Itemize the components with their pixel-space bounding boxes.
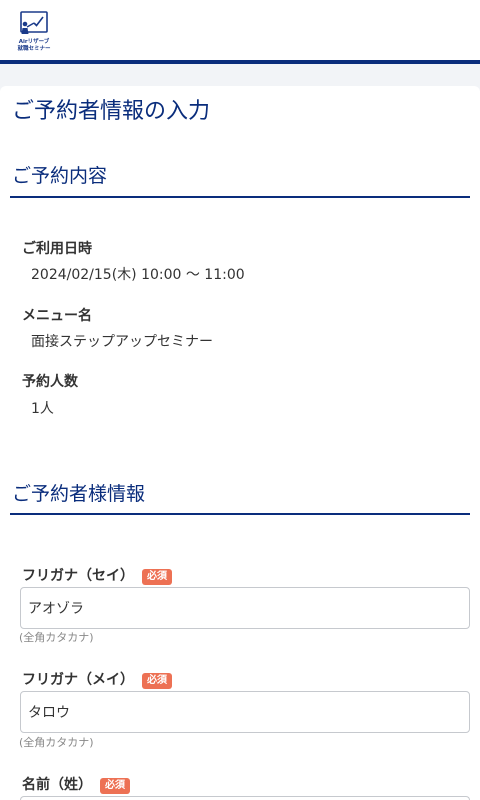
- party-size-value: 1人: [31, 401, 54, 417]
- header-divider: [0, 60, 480, 64]
- required-badge: 必須: [100, 778, 130, 794]
- furigana-sei-input[interactable]: [20, 587, 470, 629]
- app-header: Airリザーブ 就職セミナー: [0, 0, 480, 60]
- logo-line-2: 就職セミナー: [17, 45, 51, 52]
- reservation-section-divider: [10, 196, 470, 198]
- furigana-mei-input[interactable]: [20, 691, 470, 733]
- furigana-mei-label-text: フリガナ（メイ）: [22, 672, 134, 688]
- logo-text: Airリザーブ 就職セミナー: [14, 39, 54, 52]
- presentation-board-icon: [20, 11, 48, 34]
- datetime-value: 2024/02/15(木) 10:00 〜 11:00: [31, 267, 245, 283]
- furigana-mei-label: フリガナ（メイ） 必須: [22, 670, 172, 690]
- furigana-sei-label-text: フリガナ（セイ）: [22, 568, 134, 584]
- reservation-section-title: ご予約内容: [12, 165, 108, 187]
- last-name-label: 名前（姓） 必須: [22, 775, 130, 795]
- furigana-sei-label: フリガナ（セイ） 必須: [22, 566, 172, 586]
- last-name-label-text: 名前（姓）: [22, 777, 92, 793]
- party-size-label: 予約人数: [22, 374, 78, 390]
- customer-section-title: ご予約者様情報: [12, 483, 146, 505]
- airreserve-logo[interactable]: Airリザーブ 就職セミナー: [14, 10, 54, 52]
- menu-name-value: 面接ステップアップセミナー: [31, 334, 213, 350]
- customer-section-divider: [10, 513, 470, 515]
- required-badge: 必須: [142, 673, 172, 689]
- page-title: ご予約者情報の入力: [12, 99, 211, 124]
- furigana-mei-hint: (全角カタカナ): [19, 736, 94, 749]
- last-name-input[interactable]: [20, 796, 470, 800]
- required-badge: 必須: [142, 569, 172, 585]
- furigana-sei-hint: (全角カタカナ): [19, 631, 94, 644]
- logo-line-1: Airリザーブ: [18, 39, 50, 45]
- menu-name-label: メニュー名: [22, 308, 92, 324]
- datetime-label: ご利用日時: [22, 241, 92, 257]
